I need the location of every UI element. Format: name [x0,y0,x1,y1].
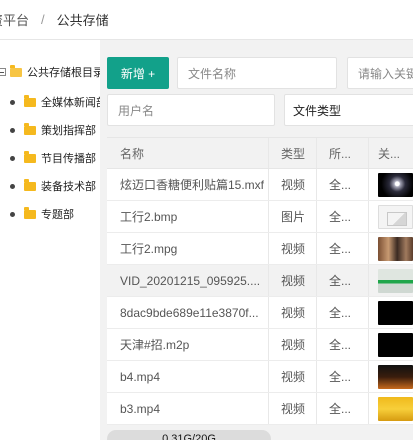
cell-name: 炫迈口香糖便利贴篇15.mxf [107,169,269,200]
folder-icon [24,178,36,191]
main-panel: 新增 + 文件名称 请输入关键 用户名 文件类型 名称 类型 所... 关...… [100,40,413,440]
table-row[interactable]: VID_20201215_095925.... 视频 全... [107,265,413,297]
username-input[interactable]: 用户名 [107,94,275,126]
file-table: 名称 类型 所... 关... 炫迈口香糖便利贴篇15.mxf 视频 全... … [107,137,413,425]
cell-type: 视频 [269,297,317,328]
bullet-icon [10,127,15,133]
add-file-button[interactable]: 新增 + [107,57,169,89]
tree-item-label: 节目传播部 [41,153,96,165]
cell-name: 天津#招.m2p [107,329,269,360]
breadcrumb-separator: / [41,12,45,27]
cell-name: 工行2.bmp [107,201,269,232]
cell-name: 8dac9bde689e11e3870f... [107,297,269,328]
cell-owner: 全... [317,329,369,360]
collapse-icon[interactable] [0,68,6,76]
table-row[interactable]: 工行2.bmp 图片 全... [107,201,413,233]
image-placeholder-icon[interactable] [378,204,413,229]
tree-item[interactable]: 全媒体新闻部 [10,94,107,110]
bullet-icon [10,211,15,217]
cell-name: VID_20201215_095925.... [107,265,269,296]
cell-name: 工行2.mpg [107,233,269,264]
tree-item-label: 装备技术部 [41,181,96,193]
folder-icon [24,150,36,163]
breadcrumb: 资平台 / 公共存储 [0,0,413,40]
video-thumbnail[interactable] [378,236,413,261]
breadcrumb-platform[interactable]: 资平台 [0,10,29,29]
keyword-input[interactable]: 请输入关键 [347,57,413,89]
cell-type: 视频 [269,233,317,264]
cell-owner: 全... [317,265,369,296]
folder-icon [24,206,36,219]
tree-item[interactable]: 策划指挥部 [10,122,96,138]
cell-owner: 全... [317,233,369,264]
folder-icon [24,122,36,135]
filename-input[interactable]: 文件名称 [177,57,337,89]
table-row[interactable]: 炫迈口香糖便利贴篇15.mxf 视频 全... [107,169,413,201]
tree-item-label: 策划指挥部 [41,125,96,137]
folder-open-icon [10,64,22,77]
video-thumbnail[interactable] [378,172,413,197]
cell-type: 视频 [269,361,317,392]
video-thumbnail[interactable] [378,332,413,357]
tree-item[interactable]: 装备技术部 [10,178,96,194]
table-row[interactable]: 8dac9bde689e11e3870f... 视频 全... [107,297,413,329]
table-row[interactable]: b4.mp4 视频 全... [107,361,413,393]
cell-type: 图片 [269,201,317,232]
folder-tree: 公共存储根目录 全媒体新闻部 策划指挥部 节目传播部 装备技术部 专题部 [0,40,107,440]
cell-owner: 全... [317,361,369,392]
tree-item[interactable]: 节目传播部 [10,150,96,166]
bullet-icon [10,155,15,161]
filetype-select[interactable]: 文件类型 [284,94,413,126]
video-thumbnail[interactable] [378,300,413,325]
header-owner[interactable]: 所... [317,138,369,168]
video-thumbnail[interactable] [378,364,413,389]
breadcrumb-current: 公共存储 [56,13,109,28]
video-thumbnail[interactable] [378,268,413,293]
tree-item-label: 全媒体新闻部 [41,97,107,109]
table-row[interactable]: 天津#招.m2p 视频 全... [107,329,413,361]
header-type[interactable]: 类型 [269,138,317,168]
cell-type: 视频 [269,265,317,296]
header-name[interactable]: 名称 [107,138,269,168]
cell-name: b3.mp4 [107,393,269,424]
cell-owner: 全... [317,201,369,232]
tree-root[interactable]: 公共存储根目录 [0,64,104,80]
bullet-icon [10,183,15,189]
bullet-icon [10,99,15,105]
video-thumbnail[interactable] [378,396,413,421]
cell-type: 视频 [269,169,317,200]
cell-type: 视频 [269,329,317,360]
cell-owner: 全... [317,393,369,424]
cell-type: 视频 [269,393,317,424]
cell-name: b4.mp4 [107,361,269,392]
cell-owner: 全... [317,297,369,328]
table-row[interactable]: 工行2.mpg 视频 全... [107,233,413,265]
table-header: 名称 类型 所... 关... [107,137,413,169]
folder-icon [24,94,36,107]
storage-usage: 0.31G/20G [107,430,271,440]
header-thumb[interactable]: 关... [369,138,413,168]
table-row[interactable]: b3.mp4 视频 全... [107,393,413,425]
tree-root-label: 公共存储根目录 [27,67,104,79]
cell-owner: 全... [317,169,369,200]
tree-item-label: 专题部 [41,209,74,221]
tree-item[interactable]: 专题部 [10,206,74,222]
